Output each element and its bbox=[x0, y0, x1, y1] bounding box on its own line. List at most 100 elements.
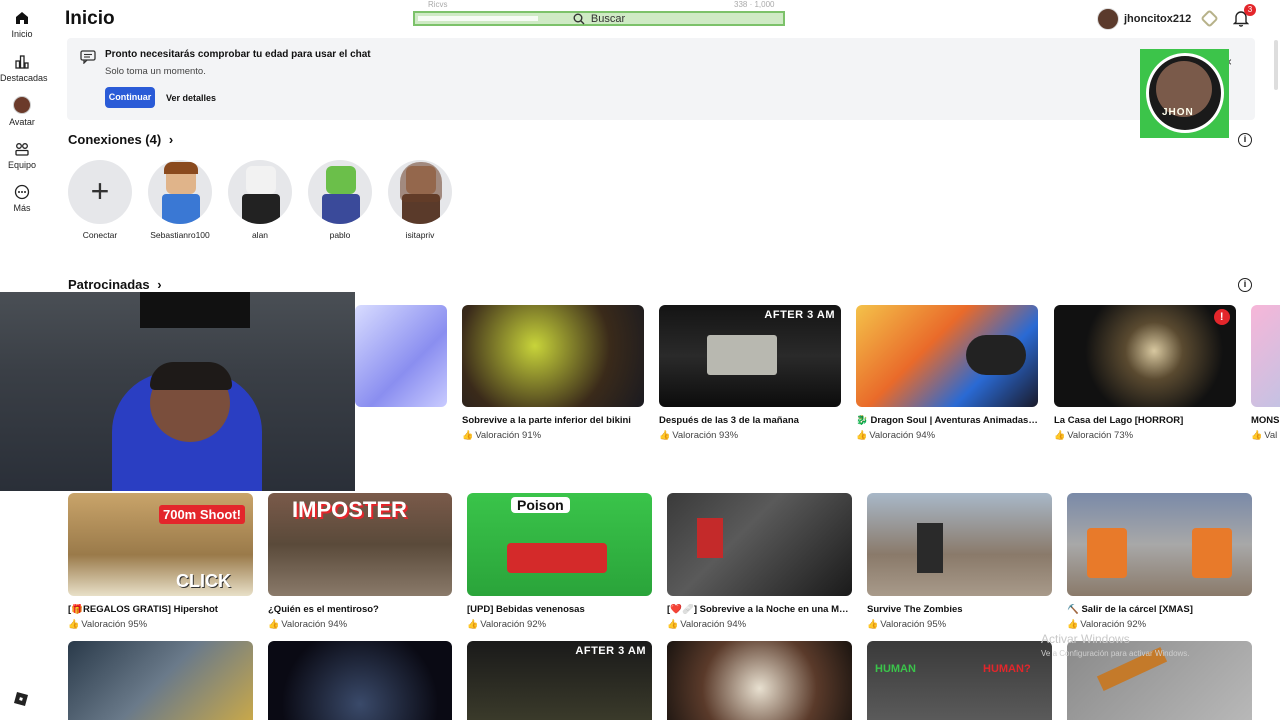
connect-button[interactable]: + Conectar bbox=[67, 160, 133, 240]
game-card[interactable]: Survive The Zombies 👍 Valoración 95% bbox=[867, 493, 1052, 630]
thumbs-up-icon: 👍 bbox=[268, 619, 280, 629]
game-rating: 👍 Valoración 93% bbox=[659, 430, 841, 441]
info-icon[interactable]: i bbox=[1238, 133, 1252, 147]
continue-button[interactable]: Continuar bbox=[105, 87, 155, 108]
nav-item-destacadas[interactable]: Destacadas bbox=[0, 54, 48, 83]
connections-title[interactable]: Conexiones (4) › bbox=[68, 132, 173, 147]
thumbs-up-icon: 👍 bbox=[667, 619, 679, 629]
search-progress-bar bbox=[418, 16, 538, 21]
game-thumbnail bbox=[667, 641, 852, 720]
connection-name: pablo bbox=[329, 230, 351, 240]
nav-label: Inicio bbox=[11, 29, 33, 39]
search-icon bbox=[573, 13, 585, 24]
thumbs-up-icon: 👍 bbox=[68, 619, 80, 629]
nav-label: Avatar bbox=[9, 117, 35, 127]
nav-item-equipo[interactable]: Equipo bbox=[0, 141, 44, 170]
windows-watermark: Activar Windows bbox=[1041, 632, 1130, 646]
game-title: La Casa del Lago [HORROR] bbox=[1054, 415, 1184, 426]
connection-item[interactable]: pablo bbox=[307, 160, 373, 240]
game-card[interactable]: IMPOSTER ¿Quién es el mentiroso? 👍 Valora… bbox=[268, 493, 452, 630]
streamer-logo-overlay: JHON bbox=[1140, 49, 1229, 138]
alert-badge: ! bbox=[1214, 309, 1230, 325]
game-card[interactable]: Sobrevive a la parte inferior del bikini… bbox=[462, 305, 644, 441]
game-title: ⛏️ Salir de la cárcel [XMAS] bbox=[1067, 604, 1193, 615]
nav-label: Más bbox=[13, 203, 31, 213]
thumbs-up-icon: 👍 bbox=[1251, 430, 1263, 440]
overlay-label: HUMAN? bbox=[983, 663, 1031, 675]
chart-icon bbox=[15, 55, 29, 69]
nav-item-inicio[interactable]: Inicio bbox=[0, 10, 44, 39]
chevron-right-icon: › bbox=[168, 132, 174, 147]
game-card[interactable] bbox=[667, 641, 852, 720]
home-icon bbox=[16, 12, 28, 24]
character-shape bbox=[697, 518, 723, 558]
logo-text: JHON bbox=[1162, 107, 1194, 118]
search-placeholder: Buscar bbox=[590, 12, 626, 25]
thumbs-up-icon: 👍 bbox=[659, 430, 671, 440]
game-thumbnail: AFTER 3 AM bbox=[467, 641, 652, 720]
game-rating: 👍 Valoración 92% bbox=[467, 619, 652, 630]
game-title: Survive The Zombies bbox=[867, 604, 963, 615]
search-input[interactable]: Buscar bbox=[413, 11, 785, 26]
connection-item[interactable]: isitapriv bbox=[387, 160, 453, 240]
game-card[interactable]: ⛏️ Salir de la cárcel [XMAS] 👍 Valoración… bbox=[1067, 493, 1252, 630]
nav-item-avatar[interactable]: Avatar bbox=[0, 96, 44, 127]
game-thumbnail bbox=[856, 305, 1038, 407]
game-rating: 👍 Valoración 94% bbox=[856, 430, 1038, 441]
game-thumbnail: IMPOSTER bbox=[268, 493, 452, 596]
overlay-label: 700m Shoot! bbox=[158, 505, 245, 524]
robux-icon[interactable] bbox=[1200, 9, 1219, 28]
age-verification-banner: Pronto necesitarás comprobar tu edad par… bbox=[67, 38, 1255, 120]
game-thumbnail bbox=[667, 493, 852, 596]
game-card[interactable] bbox=[268, 641, 452, 720]
thumbs-up-icon: 👍 bbox=[1054, 430, 1066, 440]
game-card[interactable]: MONS 👍 Val bbox=[1251, 305, 1280, 441]
game-card[interactable]: [❤️🩹] Sobrevive a la Noche en una Me... … bbox=[667, 493, 852, 630]
sponsored-title-text: Patrocinadas bbox=[68, 277, 150, 292]
sponsored-title[interactable]: Patrocinadas › bbox=[68, 277, 162, 292]
avatar-icon bbox=[13, 96, 31, 114]
game-card[interactable]: HUMAN HUMAN? bbox=[867, 641, 1052, 720]
connection-item[interactable]: Sebastianro100 bbox=[147, 160, 213, 240]
rating-text: Valoración 91% bbox=[475, 430, 542, 441]
game-card[interactable]: AFTER 3 AM Después de las 3 de la mañana… bbox=[659, 305, 841, 441]
connection-item[interactable]: alan bbox=[227, 160, 293, 240]
game-thumbnail bbox=[268, 641, 452, 720]
nav-item-mas[interactable]: Más bbox=[0, 184, 44, 213]
thumbs-up-icon: 👍 bbox=[867, 619, 879, 629]
rating-text: Valoración 93% bbox=[672, 430, 739, 441]
game-thumbnail bbox=[1251, 305, 1280, 407]
info-icon[interactable]: i bbox=[1238, 278, 1252, 292]
avatar-hair bbox=[164, 162, 198, 174]
game-card[interactable]: 🐉 Dragon Soul | Aventuras Animadas ... 👍… bbox=[856, 305, 1038, 441]
game-card[interactable]: Poison [UPD] Bebidas venenosas 👍 Valoraci… bbox=[467, 493, 652, 630]
game-rating: 👍 Valoración 95% bbox=[867, 619, 1052, 630]
team-icon bbox=[15, 143, 29, 156]
rating-text: Valoración 73% bbox=[1067, 430, 1134, 441]
avatar-head bbox=[246, 166, 276, 194]
game-card[interactable]: ! La Casa del Lago [HORROR] 👍 Valoración … bbox=[1054, 305, 1236, 441]
details-link[interactable]: Ver detalles bbox=[166, 93, 216, 103]
game-card[interactable]: AFTER 3 AM bbox=[467, 641, 652, 720]
thumbs-up-icon: 👍 bbox=[856, 430, 868, 440]
rating-text: Valoración 92% bbox=[1080, 619, 1147, 630]
page-title: Inicio bbox=[65, 8, 115, 29]
user-avatar[interactable] bbox=[1097, 8, 1119, 30]
webcam-overlay bbox=[0, 292, 355, 491]
overlay-label: HUMAN bbox=[875, 663, 916, 675]
game-card[interactable] bbox=[68, 641, 253, 720]
nav-label: Equipo bbox=[7, 160, 37, 170]
avatar-body bbox=[322, 194, 360, 224]
roblox-logo-icon[interactable] bbox=[14, 692, 28, 706]
game-title: Sobrevive a la parte inferior del bikini bbox=[462, 415, 631, 426]
game-card[interactable]: 700m Shoot! CLICK [🎁REGALOS GRATIS] Hipe… bbox=[68, 493, 253, 630]
username[interactable]: jhoncitox212 bbox=[1124, 13, 1191, 25]
game-card[interactable] bbox=[355, 305, 447, 407]
connection-name: isitapriv bbox=[405, 230, 435, 240]
scrollbar[interactable] bbox=[1274, 40, 1278, 90]
banner-subtitle: Solo toma un momento. bbox=[105, 66, 206, 77]
webcam-person-hair bbox=[150, 362, 232, 390]
game-title: [❤️🩹] Sobrevive a la Noche en una Me... bbox=[667, 604, 852, 615]
overlay-label: IMPOSTER bbox=[292, 497, 407, 522]
game-title: [🎁REGALOS GRATIS] Hipershot bbox=[68, 604, 218, 615]
